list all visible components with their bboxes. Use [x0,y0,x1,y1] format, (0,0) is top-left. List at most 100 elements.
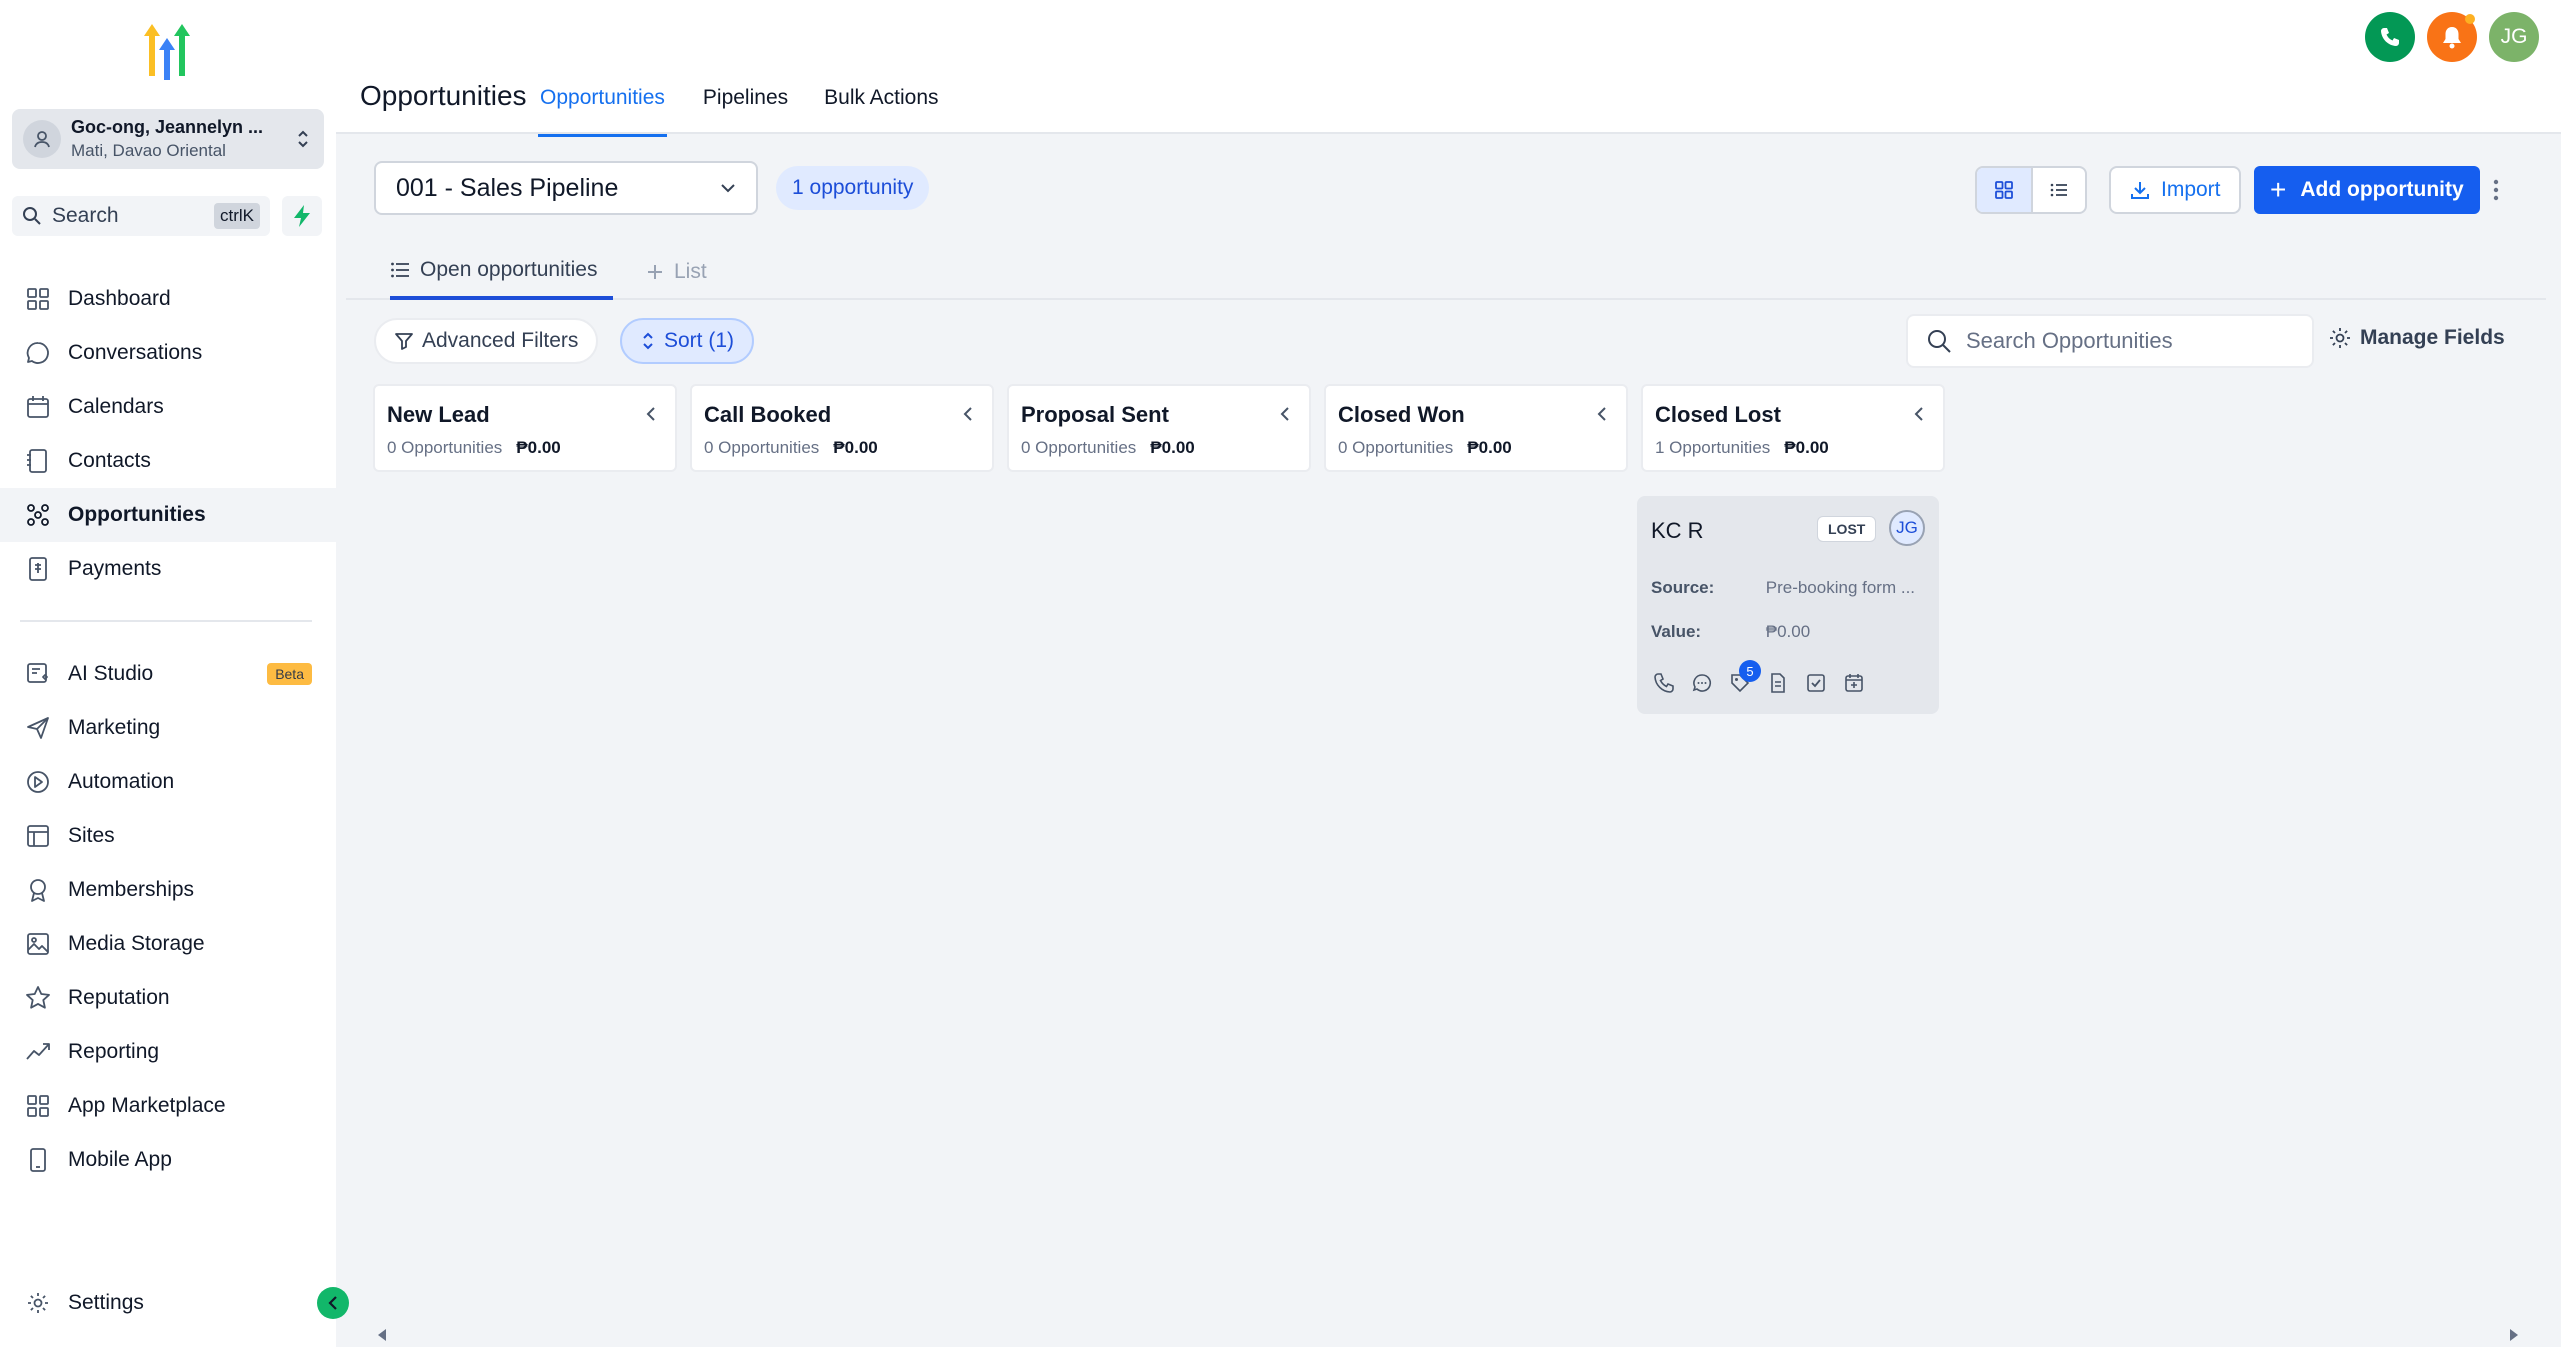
advanced-filters-label: Advanced Filters [422,329,579,352]
sidebar-item-marketing[interactable]: Marketing [0,701,336,755]
tab-bulk-actions[interactable]: Bulk Actions [824,80,938,137]
opportunities-icon [24,501,52,529]
nav-divider [20,620,312,622]
automation-icon [24,768,52,796]
sidebar-item-conversations[interactable]: Conversations [0,326,336,380]
stage-column-call-booked: Call Booked 0 Opportunities ₱0.00 [690,384,994,472]
stage-count: 1 Opportunities [1655,438,1771,457]
pipeline-select-value: 001 - Sales Pipeline [396,173,619,202]
add-opportunity-button[interactable]: + Add opportunity [2254,166,2480,214]
stage-column-closed-lost: Closed Lost 1 Opportunities ₱0.00 [1641,384,1945,472]
message-action[interactable] [1689,670,1715,696]
sidebar-item-contacts[interactable]: Contacts [0,434,336,488]
settings-icon [24,1289,52,1317]
contacts-icon [24,447,52,475]
sidebar-item-payments[interactable]: Payments [0,542,336,596]
sidebar-item-label: Sites [68,824,115,847]
account-name: Goc-ong, Jeannelyn ... [71,117,264,137]
collapse-sidebar-button[interactable] [317,1287,349,1319]
sort-button[interactable]: Sort (1) [620,318,755,364]
notes-action[interactable] [1765,670,1791,696]
call-action[interactable] [1651,670,1677,696]
sidebar-item-app-marketplace[interactable]: App Marketplace [0,1079,336,1133]
sidebar-item-reporting[interactable]: Reporting [0,1025,336,1079]
collapse-stage-icon[interactable] [1279,406,1291,422]
search-shortcut: ctrlK [214,203,260,229]
advanced-filters-button[interactable]: Advanced Filters [374,318,599,364]
sidebar-item-ai-studio[interactable]: AI Studio Beta [0,647,336,701]
star-icon [24,984,52,1012]
opportunity-search-input[interactable] [1966,328,2286,354]
notifications-button[interactable] [2427,12,2477,62]
opportunity-name: KC R [1651,518,1704,543]
more-options-button[interactable] [2484,170,2508,210]
sidebar-item-label: Marketing [68,716,161,739]
document-icon [1771,673,1785,693]
sidebar-item-memberships[interactable]: Memberships [0,863,336,917]
sidebar-item-media-storage[interactable]: Media Storage [0,917,336,971]
list-icon [391,262,409,278]
account-switcher[interactable]: Goc-ong, Jeannelyn ... Mati, Davao Orien… [12,109,324,169]
chat-icon [1692,674,1712,692]
collapse-stage-icon[interactable] [645,406,657,422]
stage-column-proposal-sent: Proposal Sent 0 Opportunities ₱0.00 [1007,384,1311,472]
header-tabs: Opportunities Pipelines Bulk Actions [538,80,975,137]
beta-badge: Beta [267,663,312,685]
sidebar-item-label: Payments [68,557,162,580]
collapse-stage-icon[interactable] [962,406,974,422]
scroll-left-icon[interactable] [376,1328,388,1342]
sidebar-item-dashboard[interactable]: Dashboard [0,272,336,326]
stage-amount: ₱0.00 [1784,438,1829,457]
tab-opportunities[interactable]: Opportunities [538,80,667,137]
pipeline-select[interactable]: 001 - Sales Pipeline [374,161,758,215]
search-label: Search [52,204,119,227]
assignee-avatar[interactable]: JG [1889,510,1925,546]
list-view-button[interactable] [2031,168,2085,212]
quick-actions-button[interactable] [282,196,322,236]
account-location: Mati, Davao Oriental [71,141,226,160]
sidebar-search[interactable]: Search ctrlK [12,196,270,236]
stage-column-new-lead: New Lead 0 Opportunities ₱0.00 [373,384,677,472]
list-icon [2050,183,2067,197]
source-value: Pre-booking form ... [1765,578,1916,597]
payments-icon [24,555,52,583]
tab-open-label: Open opportunities [420,258,598,281]
chevron-down-icon [721,184,735,193]
download-icon [2131,182,2149,199]
manage-fields-button[interactable]: Manage Fields [2328,326,2505,350]
user-icon [34,131,50,148]
award-icon [24,876,52,904]
sidebar-item-automation[interactable]: Automation [0,755,336,809]
board-view-button[interactable] [1977,168,2031,212]
sidebar-item-label: Memberships [68,878,195,901]
tasks-action[interactable] [1803,670,1829,696]
stage-amount: ₱0.00 [1467,438,1512,457]
sidebar-item-mobile-app[interactable]: Mobile App [0,1133,336,1187]
stage-amount: ₱0.00 [833,438,878,457]
import-button[interactable]: Import [2109,166,2241,214]
phone-button[interactable] [2365,12,2415,62]
sidebar-item-settings[interactable]: Settings [0,1276,336,1330]
top-bar: Opportunities Opportunities Pipelines Bu… [336,0,2561,137]
tab-open-opportunities[interactable]: Open opportunities [390,244,614,300]
search-icon [1928,330,1951,353]
user-avatar[interactable]: JG [2489,12,2539,62]
stage-amount: ₱0.00 [516,438,561,457]
sidebar-item-sites[interactable]: Sites [0,809,336,863]
tab-add-list[interactable]: List [646,244,707,300]
appointment-action[interactable] [1841,670,1867,696]
grid-icon [1995,181,2013,199]
opportunity-card[interactable]: KC R LOST JG Source: Pre-booking form ..… [1637,496,1939,714]
phone-icon [2381,28,2399,46]
sidebar-item-opportunities[interactable]: Opportunities [0,488,336,542]
collapse-stage-icon[interactable] [1913,406,1925,422]
tab-pipelines[interactable]: Pipelines [703,80,788,137]
app-logo[interactable] [136,22,198,84]
sidebar-item-label: Conversations [68,341,203,364]
tags-action[interactable]: 5 [1727,660,1761,696]
scroll-right-icon[interactable] [2508,1328,2520,1342]
source-label: Source: [1651,578,1715,597]
sidebar-item-calendars[interactable]: Calendars [0,380,336,434]
sidebar-item-reputation[interactable]: Reputation [0,971,336,1025]
collapse-stage-icon[interactable] [1596,406,1608,422]
